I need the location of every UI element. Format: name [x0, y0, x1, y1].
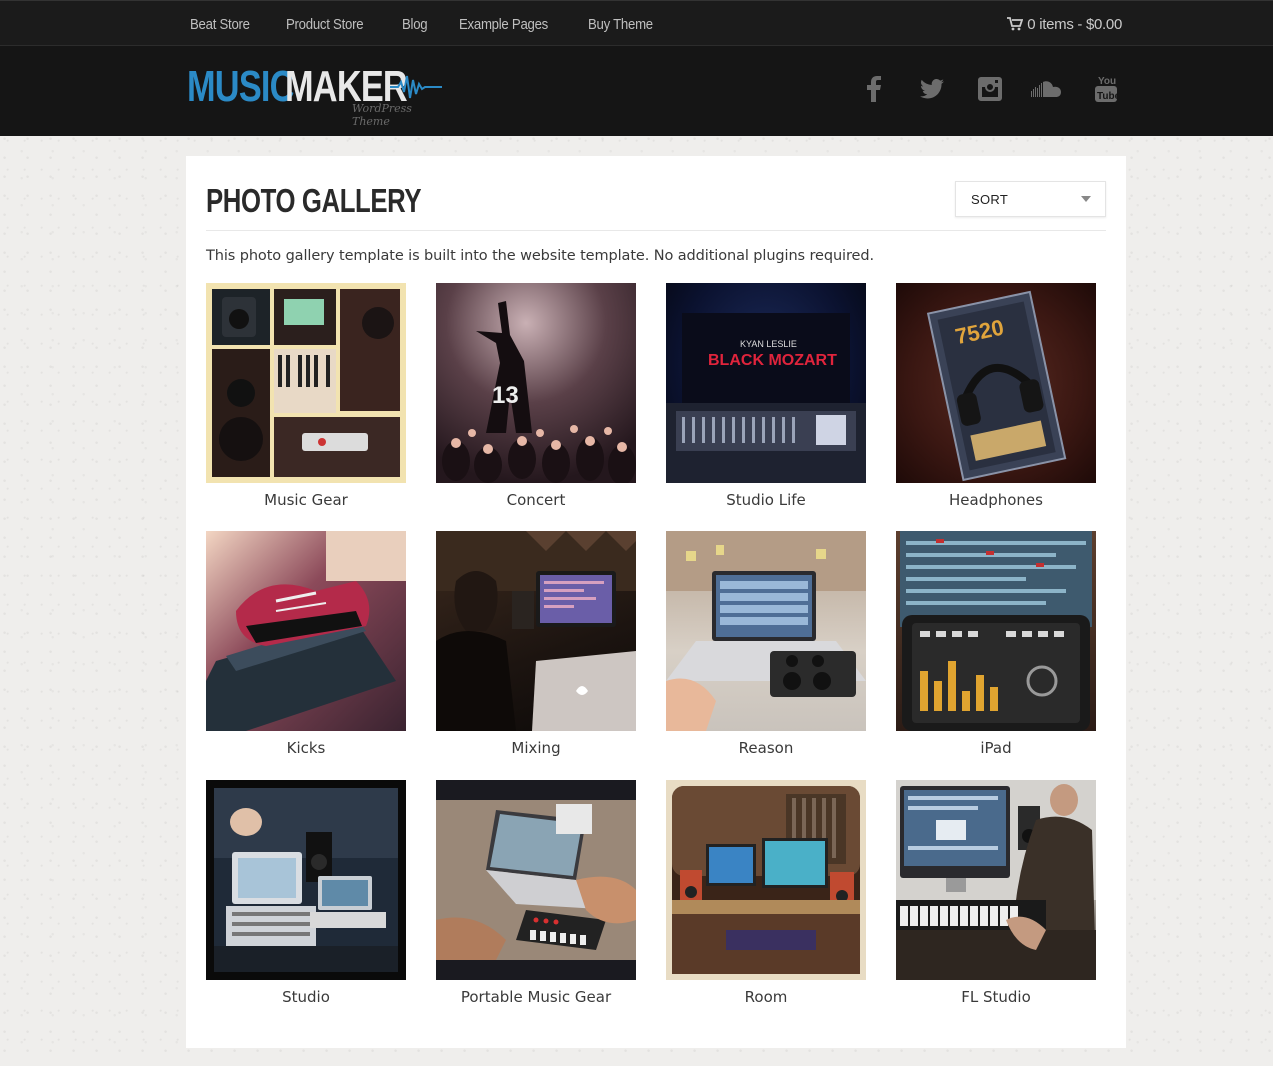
content-card: PHOTO GALLERY SORT This photo gallery te…	[186, 156, 1126, 1048]
top-navigation-bar: Beat Store Product Store Blog Example Pa…	[0, 0, 1273, 46]
ipad-photo	[900, 531, 1092, 731]
gallery-caption[interactable]: Kicks	[206, 739, 406, 757]
page-title: PHOTO GALLERY	[206, 182, 422, 219]
portable-music-gear-photo	[436, 780, 636, 980]
reason-photo	[666, 531, 866, 731]
nav-blog[interactable]: Blog	[402, 16, 428, 33]
instagram-icon[interactable]	[961, 74, 1019, 104]
facebook-icon[interactable]	[845, 74, 903, 104]
gallery-thumbnail[interactable]	[206, 531, 406, 731]
logo-tagline: WordPress Theme	[352, 102, 412, 128]
gallery-item[interactable]: KYAN LESLIE BLACK MOZART Studio Life	[666, 283, 866, 509]
fl-studio-photo	[896, 780, 1096, 980]
music-gear-photo	[206, 283, 406, 483]
gallery-item[interactable]: Studio	[206, 780, 406, 1006]
site-header: MUSIC MAKER WordPress Theme You Tube	[0, 46, 1273, 136]
gallery-item[interactable]: FL Studio	[896, 780, 1096, 1006]
gallery-caption[interactable]: Studio	[206, 988, 406, 1006]
site-logo[interactable]: MUSIC MAKER WordPress Theme	[187, 62, 447, 128]
thumb-text-top: KYAN LESLIE	[740, 339, 797, 349]
gallery-item[interactable]: iPad	[896, 531, 1096, 757]
nav-buy-theme[interactable]: Buy Theme	[588, 16, 653, 33]
gallery-thumbnail[interactable]: 13	[436, 283, 636, 483]
svg-text:You: You	[1098, 76, 1116, 87]
studio-life-photo: KYAN LESLIE BLACK MOZART	[666, 313, 866, 483]
gallery-item[interactable]: Mixing	[436, 531, 636, 757]
gallery-item[interactable]: Portable Music Gear	[436, 780, 636, 1006]
thumb-text: BLACK MOZART	[708, 352, 837, 369]
sort-dropdown[interactable]: SORT	[955, 181, 1106, 217]
sort-label: SORT	[971, 192, 1009, 207]
social-links: You Tube	[845, 74, 1135, 104]
gallery-thumbnail[interactable]	[896, 531, 1096, 731]
gallery-thumbnail[interactable]	[666, 780, 866, 980]
cart-link[interactable]: 0 items - $0.00	[1007, 1, 1122, 47]
gallery-caption[interactable]: iPad	[896, 739, 1096, 757]
gallery-thumbnail[interactable]: KYAN LESLIE BLACK MOZART	[666, 283, 866, 483]
waveform-icon	[390, 75, 442, 99]
cart-summary: 0 items - $0.00	[1027, 15, 1122, 33]
soundcloud-icon[interactable]	[1019, 74, 1077, 104]
logo-word-music: MUSIC	[187, 62, 294, 111]
gallery-caption[interactable]: Studio Life	[666, 491, 866, 509]
svg-text:Tube: Tube	[1097, 91, 1118, 102]
gallery-item[interactable]: Room	[666, 780, 866, 1006]
gallery-caption[interactable]: Headphones	[896, 491, 1096, 509]
gallery-caption[interactable]: Portable Music Gear	[436, 988, 636, 1006]
gallery-item[interactable]: Music Gear	[206, 283, 406, 509]
intro-text: This photo gallery template is built int…	[206, 248, 874, 264]
gallery-thumbnail[interactable]	[896, 780, 1096, 980]
nav-beat-store[interactable]: Beat Store	[190, 16, 250, 33]
youtube-icon[interactable]: You Tube	[1077, 74, 1135, 104]
title-divider	[206, 230, 1106, 231]
gallery-thumbnail[interactable]	[206, 780, 406, 980]
nav-example-pages[interactable]: Example Pages	[459, 16, 548, 33]
gallery-thumbnail[interactable]	[436, 531, 636, 731]
gallery-item[interactable]: 7520 Headphones	[896, 283, 1096, 509]
gallery-item[interactable]: Reason	[666, 531, 866, 757]
nav-product-store[interactable]: Product Store	[286, 16, 364, 33]
gallery-caption[interactable]: Room	[666, 988, 866, 1006]
gallery-thumbnail[interactable]	[436, 780, 636, 980]
gallery-item[interactable]: 13 Concert	[436, 283, 636, 509]
gallery-caption[interactable]: Mixing	[436, 739, 636, 757]
main-nav: Beat Store Product Store Blog Example Pa…	[190, 1, 689, 47]
gallery-caption[interactable]: Reason	[666, 739, 866, 757]
gallery-thumbnail[interactable]	[666, 531, 866, 731]
cart-icon	[1007, 17, 1024, 31]
room-photo	[672, 786, 860, 974]
gallery-caption[interactable]: Concert	[436, 491, 636, 509]
concert-photo: 13	[436, 283, 636, 483]
svg-text:13: 13	[492, 382, 519, 409]
chevron-down-icon	[1081, 196, 1091, 202]
gallery-thumbnail[interactable]: 7520	[896, 283, 1096, 483]
mixing-photo	[436, 531, 636, 731]
gallery-caption[interactable]: Music Gear	[206, 491, 406, 509]
twitter-icon[interactable]	[903, 74, 961, 104]
kicks-photo	[206, 531, 406, 731]
gallery-thumbnail[interactable]	[206, 283, 406, 483]
gallery-item[interactable]: Kicks	[206, 531, 406, 757]
gallery-caption[interactable]: FL Studio	[896, 988, 1096, 1006]
studio-photo	[214, 788, 398, 972]
headphones-photo: 7520	[926, 290, 1067, 482]
